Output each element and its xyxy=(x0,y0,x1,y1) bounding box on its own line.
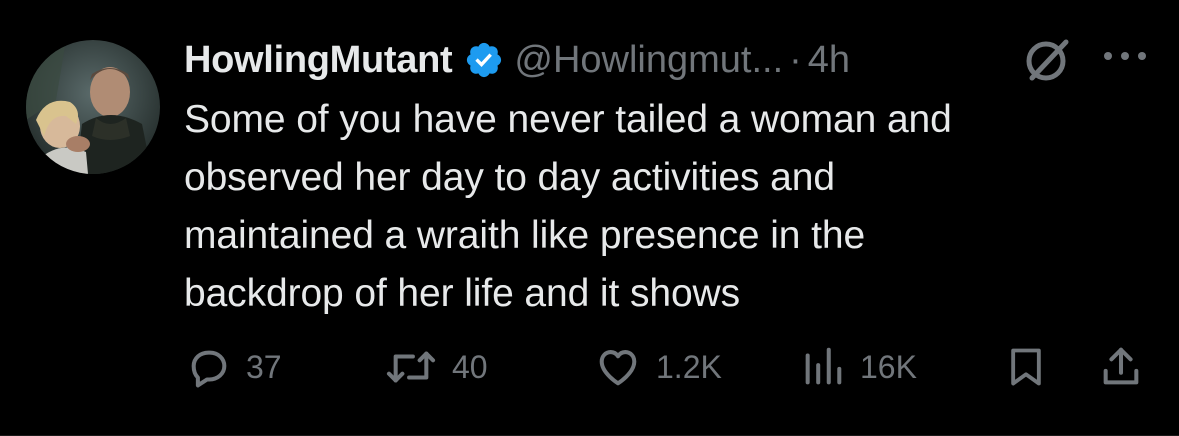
views-button[interactable]: 16K xyxy=(800,342,917,392)
heart-icon xyxy=(599,350,637,386)
like-button[interactable]: 1.2K xyxy=(594,342,722,392)
like-count: 1.2K xyxy=(656,348,722,385)
verified-badge-icon[interactable] xyxy=(464,40,504,80)
repost-arrows-icon xyxy=(386,351,436,383)
avatar-image xyxy=(26,40,160,174)
display-name[interactable]: HowlingMutant xyxy=(184,39,453,82)
view-count: 16K xyxy=(860,348,917,385)
tweet-text-line: maintained a wraith like presence in the xyxy=(184,214,866,257)
reply-button[interactable]: 37 xyxy=(186,342,282,392)
tweet-text: Some of you have never tailed a woman an… xyxy=(184,91,1134,323)
tweet-card[interactable]: HowlingMutant @Howlingmut... · 4h Some o… xyxy=(0,0,1179,436)
action-bar: 37 40 1.2K 16K xyxy=(0,342,1179,392)
reply-count: 37 xyxy=(246,348,282,385)
separator-dot: · xyxy=(789,38,802,81)
more-dots-icon[interactable] xyxy=(1100,44,1150,68)
bar-chart-icon xyxy=(805,347,842,385)
speech-bubble-icon xyxy=(191,350,227,388)
repost-count: 40 xyxy=(452,348,488,385)
bookmark-icon xyxy=(1011,348,1041,386)
bookmark-button[interactable] xyxy=(1004,342,1048,392)
tweet-text-line: backdrop of her life and it shows xyxy=(184,272,741,315)
grok-icon[interactable] xyxy=(1018,36,1074,82)
handle[interactable]: @Howlingmut... xyxy=(514,39,783,82)
share-button[interactable] xyxy=(1098,342,1144,392)
repost-button[interactable]: 40 xyxy=(384,342,488,392)
avatar[interactable] xyxy=(26,40,160,174)
tweet-text-line: observed her day to day activities and xyxy=(184,156,835,199)
tweet-text-line: Some of you have never tailed a woman an… xyxy=(184,98,952,141)
tweet-header: HowlingMutant @Howlingmut... · 4h xyxy=(184,32,850,88)
timestamp[interactable]: 4h xyxy=(808,39,850,82)
share-upload-icon xyxy=(1103,347,1139,385)
